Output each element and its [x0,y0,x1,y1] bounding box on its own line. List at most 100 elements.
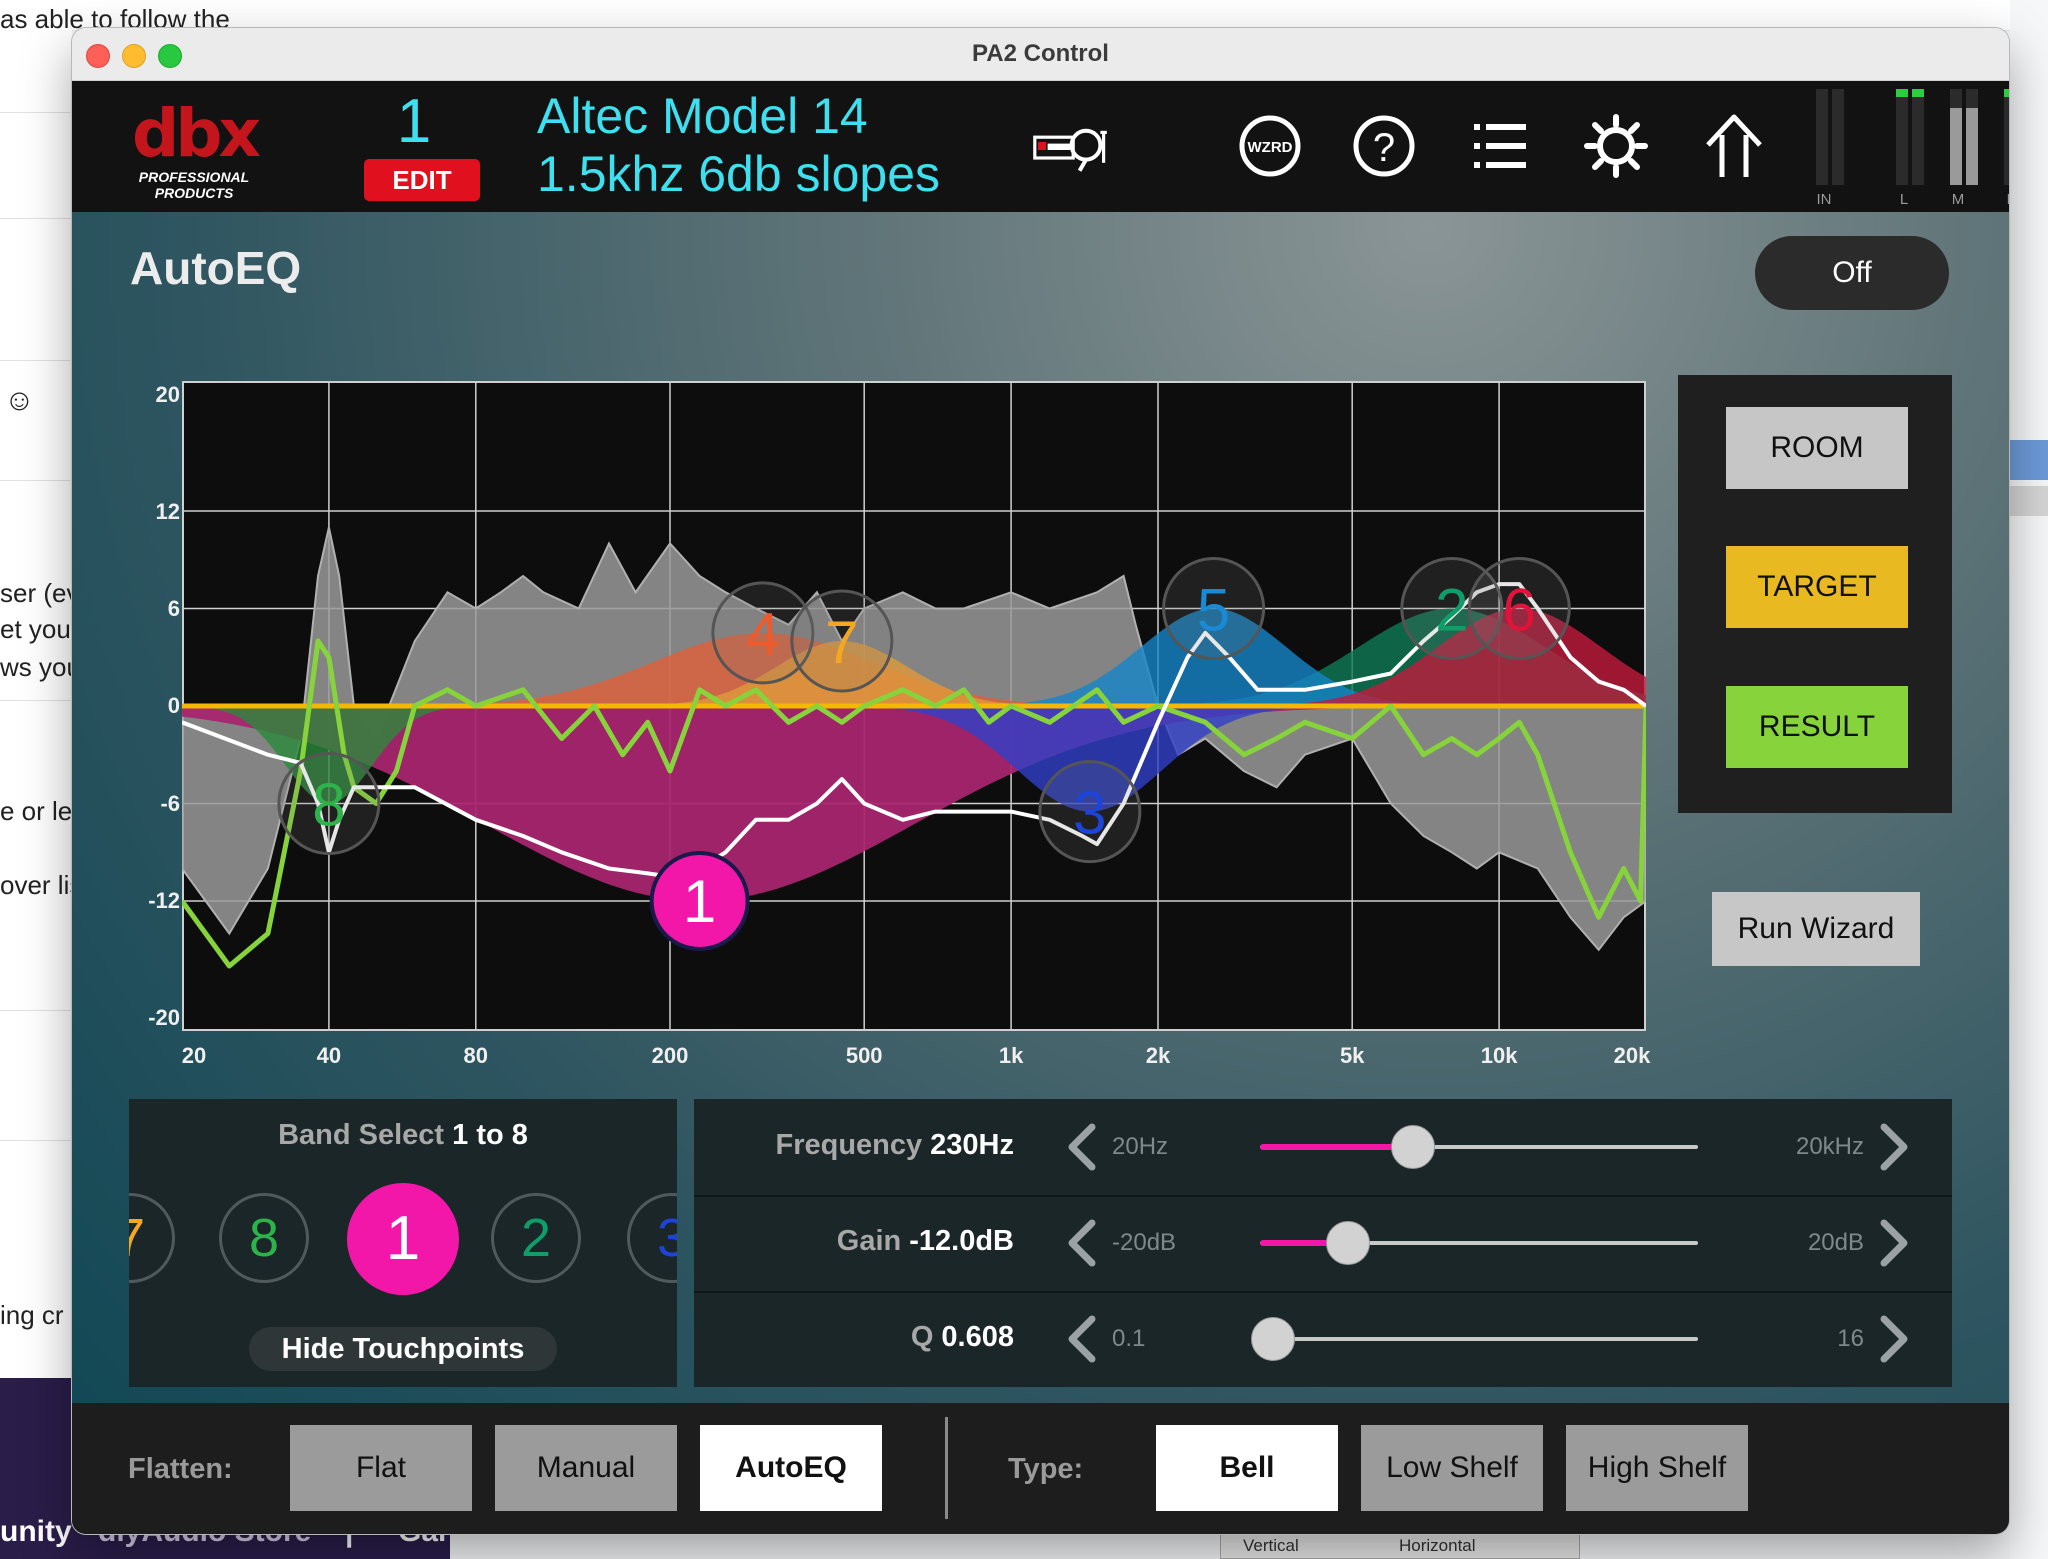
flatten-flat-button[interactable]: Flat [290,1425,472,1511]
preset-number: 1 [396,87,432,156]
type-bell-button[interactable]: Bell [1156,1425,1338,1511]
band-1-touchpoint-label: 1 [683,868,716,935]
q-name: Q [910,1321,934,1353]
q-row: Q 0.608 0.1 16 [694,1291,1952,1387]
x-tick-label: 20 [181,1043,207,1068]
band-1-button[interactable]: 1 [347,1183,459,1295]
frequency-min: 20Hz [1112,1133,1169,1160]
edit-preset-button[interactable]: EDIT [364,159,480,201]
footer-bar: Flatten: Flat Manual AutoEQ Type: Bell L… [72,1403,2009,1534]
band-select-title-range: 1 to 8 [452,1119,528,1151]
y-tick-label: -12 [148,888,180,913]
background-text: ing cr [0,1300,64,1330]
frequency-value: 230Hz [930,1129,1014,1161]
frequency-slider-thumb[interactable] [1391,1125,1436,1169]
gain-label: Gain -12.0dB [694,1225,1014,1258]
y-tick-label: 6 [167,596,180,621]
background-tab[interactable]: Horizontal [1399,1536,1476,1556]
eq-graph[interactable]: 1 2 3 4 5 6 7 8 [182,381,1646,1031]
band-8-button[interactable]: 8 [219,1193,309,1283]
footer-divider [945,1417,948,1519]
app-content: dbx PROFESSIONAL PRODUCTS 1 EDIT Altec M… [72,81,2009,1534]
y-tick-label: 20 [155,382,180,407]
section-title: AutoEQ [130,242,302,294]
autoeq-power-toggle[interactable]: Off [1755,236,1949,310]
x-tick-label: 1k [998,1043,1024,1068]
q-max: 16 [1837,1325,1864,1352]
result-button[interactable]: RESULT [1726,686,1908,768]
wizard-icon[interactable]: WZRD [1230,111,1310,181]
y-tick-label: -6 [160,791,180,816]
rta-icon[interactable] [1030,111,1110,181]
help-icon[interactable]: ? [1344,111,1424,181]
x-tick-label: 5k [1339,1043,1365,1068]
level-meters: IN L M H [1732,89,2009,209]
meter-label: M [1951,191,1965,208]
gain-row: Gain -12.0dB -20dB 20dB [694,1195,1952,1293]
title-bar[interactable]: PA2 Control [72,28,2009,81]
type-high-shelf-button[interactable]: High Shelf [1566,1425,1748,1511]
logo-text: dbx [132,95,261,172]
smiley-icon: ☺ [4,384,35,417]
view-select-panel: ROOM TARGET RESULT [1678,375,1952,813]
background-link[interactable]: unity [0,1515,72,1549]
gain-slider[interactable] [1260,1221,1698,1265]
type-low-shelf-button[interactable]: Low Shelf [1361,1425,1543,1511]
background-tab[interactable]: Vertical [1243,1536,1299,1556]
frequency-slider[interactable] [1260,1125,1698,1169]
background-tab-strip: Vertical Horizontal [1220,1534,1580,1559]
menu-list-icon[interactable] [1460,111,1540,181]
hide-touchpoints-button[interactable]: Hide Touchpoints [249,1327,557,1371]
eq-graph-plot[interactable]: 1 2 3 4 5 6 7 8 [182,381,1646,1031]
frequency-label: Frequency 230Hz [694,1129,1015,1162]
q-decrease-chevron-left-icon[interactable] [1062,1313,1102,1365]
target-button[interactable]: TARGET [1726,546,1908,628]
band-select-title-prefix: Band Select [278,1119,445,1151]
frequency-slider-fill [1260,1144,1414,1150]
dbx-logo: dbx PROFESSIONAL PRODUCTS [104,95,284,202]
x-tick-label: 2k [1145,1043,1171,1068]
band-3-button[interactable]: 3 [627,1193,677,1283]
x-tick-label: 500 [845,1043,883,1068]
gain-decrease-chevron-left-icon[interactable] [1062,1217,1102,1269]
frequency-increase-chevron-right-icon[interactable] [1874,1121,1914,1173]
q-label: Q 0.608 [694,1321,1014,1354]
meter-h-a [2004,89,2009,185]
preset-name-line2: 1.5khz 6db slopes [537,146,941,202]
band-2-button[interactable]: 2 [491,1193,581,1283]
band-7-button[interactable]: 7 [129,1193,175,1283]
flatten-manual-button[interactable]: Manual [495,1425,677,1511]
gain-increase-chevron-right-icon[interactable] [1874,1217,1914,1269]
meter-l-a [1896,89,1908,185]
meter-label: IN [1816,191,1832,208]
run-wizard-button[interactable]: Run Wizard [1712,892,1920,966]
flatten-label: Flatten: [128,1453,233,1485]
band-parameters-panel: Frequency 230Hz 20Hz 20kHz Gain -12.0dB -2… [694,1099,1952,1387]
frequency-decrease-chevron-left-icon[interactable] [1062,1121,1102,1173]
q-slider-thumb[interactable] [1251,1317,1296,1361]
room-button[interactable]: ROOM [1726,407,1908,489]
meter-l-b [1912,89,1924,185]
q-increase-chevron-right-icon[interactable] [1874,1313,1914,1365]
frequency-max: 20kHz [1795,1133,1864,1160]
gain-slider-thumb[interactable] [1325,1221,1370,1265]
band-8-touchpoint-label: 8 [312,772,345,839]
band-4-touchpoint-label: 4 [746,601,779,668]
flatten-autoeq-button[interactable]: AutoEQ [700,1425,882,1511]
band-7-touchpoint-label: 7 [825,609,858,676]
preset-name[interactable]: Altec Model 14 1.5khz 6db slopes [537,87,940,203]
settings-gear-icon[interactable] [1576,111,1656,181]
gain-max: 20dB [1807,1229,1864,1256]
type-label: Type: [1008,1453,1084,1485]
q-slider[interactable] [1251,1317,1698,1361]
background-right-panel [2010,0,2048,1559]
x-tick-label: 80 [463,1043,489,1068]
band-2-touchpoint-label: 2 [1435,577,1468,644]
app-window: PA2 Control dbx PROFESSIONAL PRODUCTS 1 … [72,28,2009,1534]
meter-led [1912,89,1924,97]
background-text: over lis [0,870,83,900]
y-tick-label: 0 [167,693,180,718]
meter-m-a [1950,89,1962,185]
meter-m-b [1966,89,1978,185]
wizard-icon-text: WZRD [1248,139,1293,156]
